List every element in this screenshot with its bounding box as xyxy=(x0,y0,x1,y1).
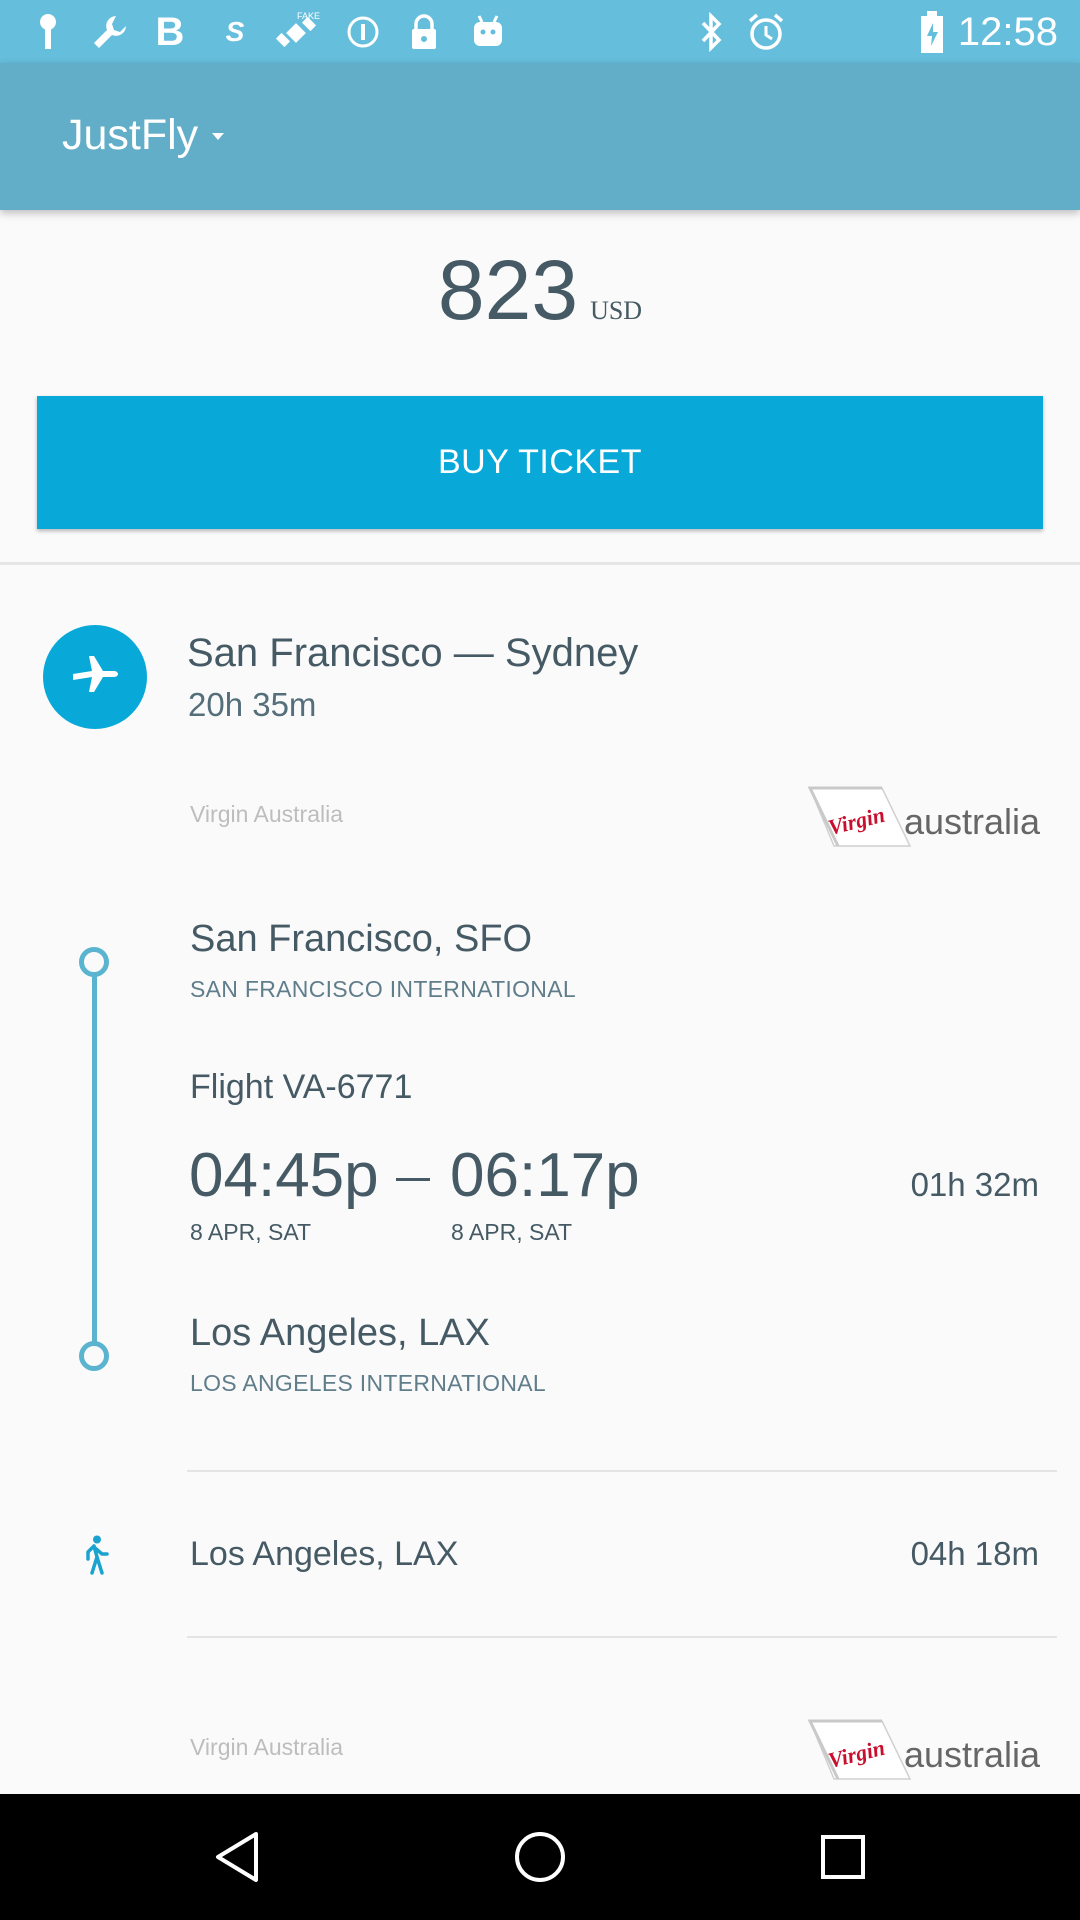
sprint-icon: S xyxy=(225,16,245,47)
price-section: 823 USD BUY TICKET xyxy=(0,210,1080,562)
logo-australia-word: australia xyxy=(904,1734,1041,1775)
virgin-australia-logo: Virgin australia xyxy=(807,782,1044,852)
timeline-line xyxy=(92,960,97,1356)
home-icon[interactable] xyxy=(507,1824,573,1890)
airplane-icon xyxy=(43,625,147,729)
section-divider xyxy=(0,562,1080,565)
timeline-arrival-dot xyxy=(79,1341,109,1371)
key-icon xyxy=(30,12,66,52)
status-bar: B S FAKE 12:58 xyxy=(0,0,1080,63)
next-airline-name: Virgin Australia xyxy=(190,1734,343,1760)
virgin-australia-logo: Virgin australia xyxy=(807,1715,1044,1785)
bold-b-icon: B xyxy=(155,9,185,54)
svg-text:FAKE: FAKE xyxy=(297,11,320,21)
lock-icon xyxy=(406,12,442,52)
arrival-city: Los Angeles, LAX xyxy=(190,1312,490,1354)
departure-airport: SAN FRANCISCO INTERNATIONAL xyxy=(190,976,576,1002)
row-divider xyxy=(187,1470,1057,1472)
android-icon xyxy=(470,12,506,52)
departure-city: San Francisco, SFO xyxy=(190,918,533,960)
battery-icon xyxy=(918,11,946,53)
segment-duration: 01h 32m xyxy=(910,1166,1039,1203)
row-divider xyxy=(187,1636,1057,1638)
layover-duration: 04h 18m xyxy=(910,1535,1039,1572)
wrench-icon xyxy=(88,12,132,52)
arrival-airport: LOS ANGELES INTERNATIONAL xyxy=(190,1370,547,1396)
airline-name: Virgin Australia xyxy=(190,801,343,827)
buy-ticket-button[interactable]: BUY TICKET xyxy=(37,396,1043,529)
time-separator xyxy=(396,1178,430,1181)
back-icon[interactable] xyxy=(204,1824,270,1890)
price-currency: USD xyxy=(590,296,643,325)
info-circle-icon xyxy=(344,12,382,52)
dropdown-caret-icon xyxy=(212,132,225,140)
bluetooth-icon xyxy=(696,12,726,52)
app-title-dropdown[interactable]: JustFly xyxy=(62,109,225,161)
status-time: 12:58 xyxy=(957,10,1058,54)
layover-city: Los Angeles, LAX xyxy=(190,1535,459,1573)
logo-australia-word: australia xyxy=(904,801,1041,842)
app-title: JustFly xyxy=(62,111,199,159)
flight-number: Flight VA-6771 xyxy=(190,1068,413,1106)
app-bar: JustFly xyxy=(0,63,1080,210)
timeline-departure-dot xyxy=(79,947,109,977)
route-duration: 20h 35m xyxy=(188,686,317,723)
fake-gps-satellite-icon: FAKE xyxy=(272,11,322,52)
navigation-bar xyxy=(0,1794,1080,1920)
walking-person-icon xyxy=(80,1535,110,1575)
arrival-time: 06:17p xyxy=(450,1141,640,1210)
price: 823 USD xyxy=(0,240,1080,340)
arrival-date: 8 APR, SAT xyxy=(451,1219,573,1245)
price-amount: 823 xyxy=(437,243,579,337)
recents-icon[interactable] xyxy=(810,1824,876,1890)
route-title: San Francisco — Sydney xyxy=(187,631,639,675)
departure-time: 04:45p xyxy=(189,1141,379,1210)
departure-date: 8 APR, SAT xyxy=(190,1219,312,1245)
alarm-icon xyxy=(744,12,788,52)
